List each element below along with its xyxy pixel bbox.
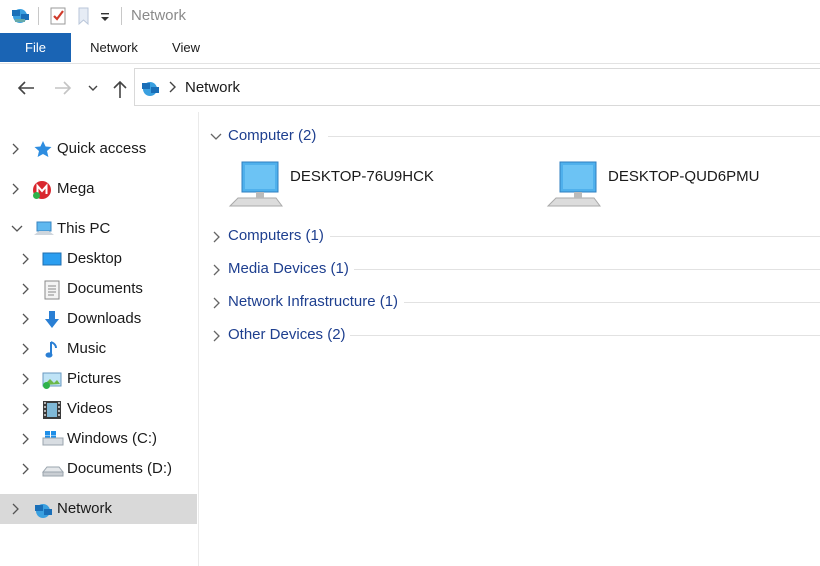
address-row: Network (0, 64, 820, 112)
tab-view[interactable]: View (160, 33, 212, 62)
address-bar[interactable]: Network (134, 68, 820, 106)
nav-label: Pictures (67, 370, 122, 387)
group-divider (330, 236, 820, 237)
documents-folder-icon (43, 280, 63, 300)
nav-item-music[interactable]: Music (0, 334, 197, 364)
videos-folder-icon (42, 400, 62, 419)
nav-label: Music (67, 340, 107, 357)
nav-item-documents-d[interactable]: Documents (D:) (0, 454, 197, 484)
nav-label: Network (57, 500, 113, 517)
collapse-chevron-icon[interactable] (209, 130, 223, 148)
nav-item-documents[interactable]: Documents (0, 274, 197, 304)
nav-item-pictures[interactable]: Pictures (0, 364, 197, 394)
computer-icon (546, 160, 602, 217)
computer-item[interactable]: DESKTOP-QUD6PMU (546, 160, 786, 216)
group-label: Computers (1) (228, 227, 324, 244)
computer-icon (228, 160, 284, 217)
expand-chevron-icon[interactable] (10, 182, 20, 201)
expand-chevron-icon[interactable] (10, 502, 20, 521)
nav-label: Documents (D:) (67, 460, 173, 477)
group-label: Network Infrastructure (1) (228, 293, 399, 310)
window-title: Network (131, 7, 187, 24)
group-network-infrastructure[interactable]: Network Infrastructure (1) (200, 290, 820, 314)
nav-label: Downloads (67, 310, 142, 327)
tab-network[interactable]: Network (80, 33, 148, 62)
pictures-folder-icon (42, 370, 62, 389)
up-button[interactable] (109, 78, 133, 98)
nav-label: Desktop (67, 250, 123, 267)
nav-item-mega[interactable]: Mega (0, 174, 197, 204)
group-label: Media Devices (1) (228, 260, 349, 277)
nav-item-quick-access[interactable]: Quick access (0, 134, 197, 164)
nav-item-windows-c[interactable]: Windows (C:) (0, 424, 197, 454)
computer-name: DESKTOP-QUD6PMU (608, 168, 760, 185)
breadcrumb-network[interactable]: Network (185, 79, 240, 96)
nav-label: Videos (67, 400, 113, 417)
collapse-chevron-icon[interactable] (10, 222, 24, 241)
recent-locations-button[interactable] (86, 78, 100, 98)
expand-chevron-icon[interactable] (20, 402, 30, 421)
expand-chevron-icon[interactable] (20, 372, 30, 391)
group-computer[interactable]: Computer (2) (200, 124, 820, 148)
nav-item-downloads[interactable]: Downloads (0, 304, 197, 334)
computer-name: DESKTOP-76U9HCK (290, 168, 434, 185)
nav-label: This PC (57, 220, 111, 237)
expand-chevron-icon[interactable] (209, 296, 223, 314)
expand-chevron-icon[interactable] (20, 252, 30, 271)
breadcrumb-chevron-icon[interactable] (167, 80, 177, 99)
group-other-devices[interactable]: Other Devices (2) (200, 323, 820, 347)
group-divider (354, 269, 820, 270)
group-media-devices[interactable]: Media Devices (1) (200, 257, 820, 281)
this-pc-icon (33, 220, 54, 238)
title-bar: Network (0, 0, 820, 33)
nav-item-network[interactable]: Network (0, 494, 197, 524)
expand-chevron-icon[interactable] (20, 282, 30, 301)
customize-toolbar-icon[interactable] (100, 10, 110, 28)
desktop-folder-icon (42, 250, 62, 268)
nav-item-this-pc[interactable]: This PC (0, 214, 197, 244)
ribbon-tabs: File Network View (0, 33, 820, 64)
expand-chevron-icon[interactable] (10, 142, 20, 161)
properties-icon[interactable] (49, 6, 67, 31)
content-pane: Computer (2) DESKTOP-76U9HCK DESKTOP-QUD… (200, 112, 820, 566)
computer-item[interactable]: DESKTOP-76U9HCK (228, 160, 468, 216)
navigation-pane: Quick access Mega This PC Desktop Docume… (0, 112, 199, 566)
drive-icon (41, 460, 65, 478)
nav-label: Quick access (57, 140, 147, 157)
network-location-icon (139, 78, 161, 103)
back-button[interactable] (14, 78, 38, 98)
group-divider (404, 302, 820, 303)
tab-file[interactable]: File (0, 33, 71, 62)
mega-icon (32, 180, 52, 199)
expand-chevron-icon[interactable] (209, 329, 223, 347)
group-label: Other Devices (2) (228, 326, 346, 343)
nav-label: Windows (C:) (67, 430, 158, 447)
network-icon (32, 500, 52, 518)
star-icon (33, 140, 53, 158)
nav-item-videos[interactable]: Videos (0, 394, 197, 424)
group-computers[interactable]: Computers (1) (200, 224, 820, 248)
expand-chevron-icon[interactable] (209, 263, 223, 281)
group-divider (328, 136, 820, 137)
nav-label: Documents (67, 280, 143, 297)
music-folder-icon (43, 340, 63, 358)
nav-item-desktop[interactable]: Desktop (0, 244, 197, 274)
expand-chevron-icon[interactable] (209, 230, 223, 248)
group-label: Computer (2) (228, 127, 317, 144)
windows-drive-icon (42, 430, 64, 448)
downloads-folder-icon (43, 310, 63, 328)
expand-chevron-icon[interactable] (20, 312, 30, 331)
expand-chevron-icon[interactable] (20, 342, 30, 361)
expand-chevron-icon[interactable] (20, 432, 30, 451)
forward-button[interactable] (51, 78, 75, 98)
expand-chevron-icon[interactable] (20, 462, 30, 481)
nav-label: Mega (57, 180, 95, 197)
group-divider (350, 335, 820, 336)
new-folder-icon[interactable] (76, 6, 92, 31)
network-app-icon (9, 5, 31, 30)
